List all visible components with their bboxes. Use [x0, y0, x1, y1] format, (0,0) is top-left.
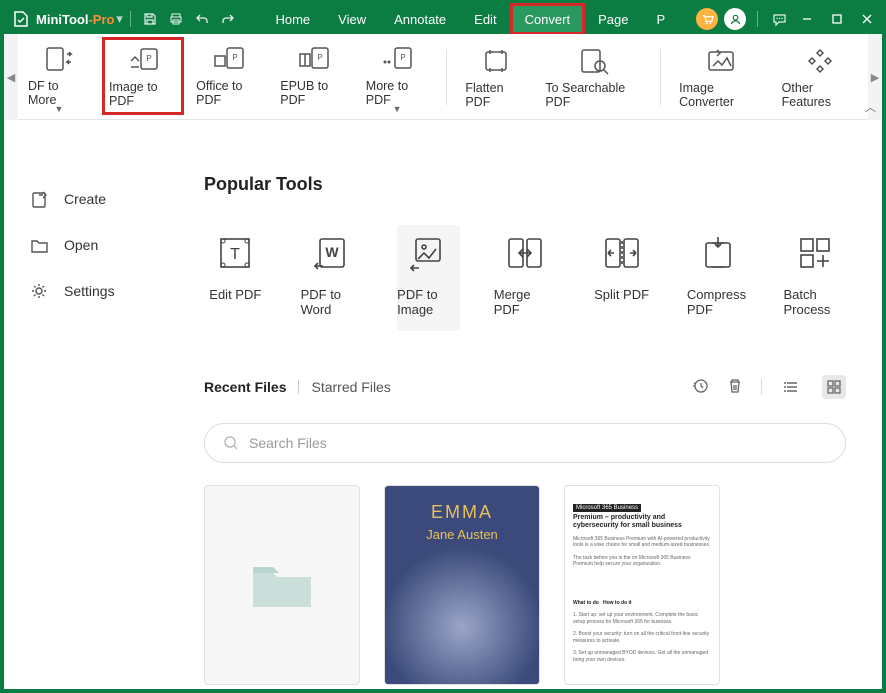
save-icon[interactable]: [137, 4, 163, 34]
pdf-to-more-button[interactable]: DF to More▼: [22, 37, 96, 117]
book-title: EMMA: [431, 502, 493, 523]
tool-pdf-image[interactable]: PDF to Image: [397, 225, 460, 331]
tool-compress[interactable]: Compress PDF: [687, 225, 750, 331]
searchable-icon: [578, 47, 610, 75]
create-icon: [30, 190, 48, 208]
image-to-pdf-button[interactable]: PImage to PDF: [102, 37, 184, 115]
flatten-pdf-button[interactable]: Flatten PDF: [459, 39, 533, 115]
svg-text:T: T: [230, 246, 240, 263]
searchable-pdf-button[interactable]: To Searchable PDF: [539, 39, 648, 115]
popular-tools: TEdit PDF WPDF to Word PDF to Image Merge P…: [204, 225, 846, 331]
collapse-ribbon-icon[interactable]: ︿: [865, 99, 876, 115]
open-icon: [30, 236, 48, 254]
sidebar-create[interactable]: Create: [30, 176, 204, 222]
flatten-icon: [480, 47, 512, 75]
more-to-pdf-button[interactable]: PMore to PDF▼: [360, 37, 435, 117]
search-input[interactable]: Search Files: [204, 423, 846, 463]
main-area: CreateOpenSettings Popular Tools TEdit P…: [4, 120, 882, 689]
menu-convert[interactable]: Convert: [511, 4, 585, 34]
office-to-pdf-button[interactable]: POffice to PDF: [190, 37, 268, 113]
titlebar: MiniTool-Pro ▾ HomeViewAnnotateEditConve…: [4, 4, 882, 34]
tab-starred-files[interactable]: Starred Files: [311, 379, 390, 395]
chat-icon[interactable]: [766, 4, 792, 34]
doc-title: Premium – productivity and cybersecurity…: [573, 514, 711, 531]
menu-page[interactable]: Page: [584, 4, 642, 34]
dropdown-icon[interactable]: ▾: [114, 11, 124, 27]
content: Popular Tools TEdit PDF WPDF to Word PDF t…: [204, 120, 882, 689]
tool-split[interactable]: Split PDF: [590, 225, 653, 331]
close-button[interactable]: [852, 4, 882, 34]
app-logo-icon: [10, 8, 32, 30]
file-thumbnails: EMMA Jane Austen Microsoft 365 Business …: [204, 485, 846, 685]
split-icon: [602, 233, 642, 273]
file-tabs: Recent Files Starred Files: [204, 375, 846, 399]
menu-p[interactable]: P: [642, 4, 679, 34]
doc-badge: Microsoft 365 Business: [573, 504, 641, 512]
other-features-button[interactable]: Other Features: [776, 39, 864, 115]
app-title: MiniTool-Pro: [36, 12, 114, 27]
grid-view-icon[interactable]: [822, 375, 846, 399]
sidebar-settings[interactable]: Settings: [30, 268, 204, 314]
cart-icon[interactable]: [696, 8, 718, 30]
tab-recent-files[interactable]: Recent Files: [204, 379, 286, 395]
menu-annotate[interactable]: Annotate: [380, 4, 460, 34]
compress-icon: [698, 233, 738, 273]
thumb-blank[interactable]: [204, 485, 360, 685]
merge-icon: [505, 233, 545, 273]
svg-text:P: P: [400, 53, 405, 62]
book-author: Jane Austen: [426, 527, 498, 542]
tool-edit-pdf[interactable]: TEdit PDF: [204, 225, 267, 331]
edit-pdf-icon: T: [215, 233, 255, 273]
image-pdf-icon: P: [127, 46, 159, 74]
sidebar: CreateOpenSettings: [4, 120, 204, 689]
tool-pdf-word[interactable]: WPDF to Word: [301, 225, 364, 331]
main-menu: HomeViewAnnotateEditConvertPageP: [261, 4, 679, 34]
office-pdf-icon: P: [213, 45, 245, 73]
image-converter-button[interactable]: Image Converter: [673, 39, 770, 115]
svg-text:W: W: [325, 244, 339, 260]
svg-text:P: P: [146, 54, 151, 63]
menu-home[interactable]: Home: [261, 4, 324, 34]
menu-edit[interactable]: Edit: [460, 4, 510, 34]
pdf-word-icon: W: [312, 233, 352, 273]
ribbon: ◀ ▶ DF to More▼PImage to PDFPOffice to P…: [4, 34, 882, 120]
menu-view[interactable]: View: [324, 4, 380, 34]
epub-pdf-icon: P: [298, 45, 330, 73]
settings-icon: [30, 282, 48, 300]
thumb-document[interactable]: Microsoft 365 Business Premium – product…: [564, 485, 720, 685]
ribbon-scroll-left[interactable]: ◀: [4, 34, 18, 120]
epub-to-pdf-button[interactable]: PEPUB to PDF: [274, 37, 354, 113]
svg-text:P: P: [233, 53, 238, 62]
thumb-book[interactable]: EMMA Jane Austen: [384, 485, 540, 685]
svg-text:P: P: [317, 53, 322, 62]
delete-icon[interactable]: [727, 377, 743, 398]
other-icon: [804, 47, 836, 75]
batch-icon: [795, 233, 835, 273]
redo-icon[interactable]: [215, 4, 241, 34]
tool-batch[interactable]: Batch Process: [783, 225, 846, 331]
folder-icon: [247, 557, 317, 613]
pdf-image-icon: [408, 233, 448, 273]
undo-icon[interactable]: [189, 4, 215, 34]
img-conv-icon: [705, 47, 737, 75]
popular-tools-title: Popular Tools: [204, 174, 846, 195]
more-pdf-icon: P: [381, 45, 413, 73]
sidebar-open[interactable]: Open: [30, 222, 204, 268]
user-icon[interactable]: [724, 8, 746, 30]
search-placeholder: Search Files: [249, 435, 327, 451]
minimize-button[interactable]: [792, 4, 822, 34]
doc-convert-icon: [43, 45, 75, 73]
list-view-icon[interactable]: [780, 375, 804, 399]
maximize-button[interactable]: [822, 4, 852, 34]
print-icon[interactable]: [163, 4, 189, 34]
tool-merge[interactable]: Merge PDF: [494, 225, 557, 331]
history-icon[interactable]: [691, 377, 709, 398]
search-icon: [223, 435, 239, 451]
